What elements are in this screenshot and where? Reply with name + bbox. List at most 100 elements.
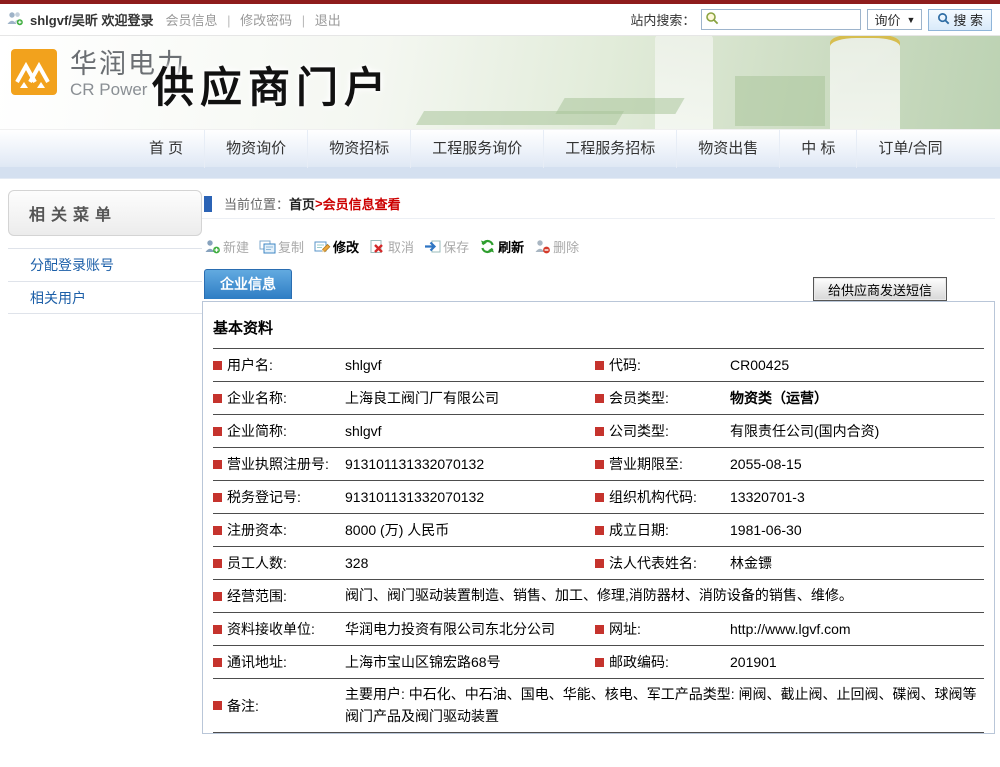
field-value: 913101131332070132 — [345, 489, 595, 505]
search-icon — [937, 12, 950, 28]
breadcrumb: 当前位置： 首页 > 会员信息查看 — [202, 189, 995, 219]
field-value: 有限责任公司(国内合资) — [730, 421, 984, 441]
nav-item[interactable]: 工程服务询价 — [410, 130, 543, 168]
nav-item[interactable]: 物资出售 — [676, 130, 779, 168]
user-add-icon — [204, 239, 221, 254]
topbar-link[interactable]: 修改密码 — [240, 13, 292, 28]
red-square-bullet-icon — [213, 658, 222, 667]
field-label: 企业简称: — [213, 421, 345, 441]
red-square-bullet-icon — [213, 361, 222, 370]
nav-item[interactable]: 物资招标 — [307, 130, 410, 168]
breadcrumb-separator: > — [315, 196, 323, 211]
field-label: 会员类型: — [595, 388, 730, 408]
toolbar-button-label: 复制 — [278, 237, 304, 256]
breadcrumb-label: 当前位置： — [224, 194, 289, 213]
field-value: http://www.lgvf.com — [730, 621, 984, 637]
red-square-bullet-icon — [213, 394, 222, 403]
send-sms-button[interactable]: 给供应商发送短信 — [813, 277, 947, 301]
table-row: 营业执照注册号:913101131332070132营业期限至:2055-08-… — [213, 447, 984, 480]
red-square-bullet-icon — [595, 460, 604, 469]
field-label: 营业执照注册号: — [213, 454, 345, 474]
field-label: 通讯地址: — [213, 652, 345, 672]
field-label: 公司类型: — [595, 421, 730, 441]
修改-toolbar-button[interactable]: 修改 — [314, 237, 359, 256]
新建-toolbar-button[interactable]: 新建 — [204, 237, 249, 256]
刷新-toolbar-button[interactable]: 刷新 — [479, 237, 524, 256]
field-label: 经营范围: — [213, 586, 345, 606]
breadcrumb-home-link[interactable]: 首页 — [289, 194, 315, 213]
field-value: 2055-08-15 — [730, 456, 984, 472]
field-value: 阀门、阀门驱动装置制造、销售、加工、修理,消防器材、消防设备的销售、维修。 — [345, 580, 984, 612]
table-row: 用户名:shlgvf代码:CR00425 — [213, 348, 984, 381]
site-search-label: 站内搜索： — [630, 10, 695, 29]
red-square-bullet-icon — [595, 427, 604, 436]
table-row: 通讯地址:上海市宝山区锦宏路68号邮政编码:201901 — [213, 645, 984, 678]
sidebar-item[interactable]: 分配登录账号 — [8, 248, 202, 281]
toolbar-button-label: 保存 — [443, 237, 469, 256]
field-value: shlgvf — [345, 423, 595, 439]
删除-toolbar-button[interactable]: 删除 — [534, 237, 579, 256]
cancel-icon — [369, 239, 386, 254]
red-square-bullet-icon — [595, 526, 604, 535]
field-value: 13320701-3 — [730, 489, 984, 505]
topbar-links: 会员信息 | 修改密码 | 退出 — [160, 10, 347, 29]
page-title: 供应商门户 — [152, 54, 392, 115]
refresh-icon — [479, 239, 496, 254]
toolbar-button-label: 修改 — [333, 237, 359, 256]
topbar: shlgvf/吴昕 欢迎登录 会员信息 | 修改密码 | 退出 站内搜索： 询价… — [0, 4, 1000, 36]
red-square-bullet-icon — [213, 526, 222, 535]
user-delete-icon — [534, 239, 551, 254]
section-title: 基本资料 — [203, 302, 994, 348]
search-icon — [705, 11, 719, 28]
table-row: 备注:主要用户: 中石化、中石油、国电、华能、核电、军工产品类型: 闸阀、截止阀… — [213, 678, 984, 733]
field-value: 328 — [345, 555, 595, 571]
nav-item[interactable]: 工程服务招标 — [543, 130, 676, 168]
breadcrumb-current: 会员信息查看 — [323, 194, 401, 213]
table-row: 企业名称:上海良工阀门厂有限公司会员类型:物资类（运营） — [213, 381, 984, 414]
red-square-bullet-icon — [595, 559, 604, 568]
复制-toolbar-button[interactable]: 复制 — [259, 237, 304, 256]
field-value: 物资类（运营） — [730, 388, 984, 408]
取消-toolbar-button[interactable]: 取消 — [369, 237, 414, 256]
table-row: 员工人数:328法人代表姓名:林金镖 — [213, 546, 984, 579]
field-value: 林金镖 — [730, 553, 984, 573]
nav-item[interactable]: 物资询价 — [204, 130, 307, 168]
toolbar-button-label: 取消 — [388, 237, 414, 256]
field-label: 用户名: — [213, 355, 345, 375]
sidebar-item[interactable]: 相关用户 — [8, 281, 202, 314]
save-icon — [424, 239, 441, 254]
breadcrumb-marker-icon — [204, 196, 212, 212]
site-search-box[interactable] — [701, 9, 861, 30]
banner-graphic — [735, 76, 825, 126]
tab-company-info[interactable]: 企业信息 — [204, 269, 292, 299]
field-label: 营业期限至: — [595, 454, 730, 474]
logged-in-user: shlgvf/吴昕 欢迎登录 — [30, 10, 154, 29]
red-square-bullet-icon — [595, 658, 604, 667]
red-square-bullet-icon — [213, 701, 222, 710]
site-search-input[interactable] — [719, 13, 857, 27]
field-value: CR00425 — [730, 357, 984, 373]
nav-item[interactable]: 中 标 — [779, 130, 856, 168]
field-label: 法人代表姓名: — [595, 553, 730, 573]
field-label: 邮政编码: — [595, 652, 730, 672]
field-label: 企业名称: — [213, 388, 345, 408]
search-button[interactable]: 搜 索 — [928, 9, 992, 31]
field-value: 华润电力投资有限公司东北分公司 — [345, 619, 595, 639]
red-square-bullet-icon — [213, 559, 222, 568]
sidebar: 相关菜单 分配登录账号相关用户 — [0, 189, 202, 734]
nav-item[interactable]: 订单/合同 — [856, 130, 963, 168]
table-row: 经营范围:阀门、阀门驱动装置制造、销售、加工、修理,消防器材、消防设备的销售、维… — [213, 579, 984, 612]
red-square-bullet-icon — [213, 460, 222, 469]
cr-power-logo-icon — [10, 48, 58, 101]
保存-toolbar-button[interactable]: 保存 — [424, 237, 469, 256]
topbar-link[interactable]: 退出 — [315, 13, 341, 28]
field-label: 成立日期: — [595, 520, 730, 540]
field-value: 主要用户: 中石化、中石油、国电、华能、核电、军工产品类型: 闸阀、截止阀、止回… — [345, 679, 984, 732]
red-square-bullet-icon — [595, 394, 604, 403]
nav-item[interactable]: 首 页 — [128, 130, 204, 168]
search-category-select[interactable]: 询价 ▼ — [867, 9, 922, 30]
topbar-link[interactable]: 会员信息 — [166, 13, 218, 28]
toolbar-button-label: 刷新 — [498, 237, 524, 256]
field-label: 注册资本: — [213, 520, 345, 540]
red-square-bullet-icon — [213, 427, 222, 436]
